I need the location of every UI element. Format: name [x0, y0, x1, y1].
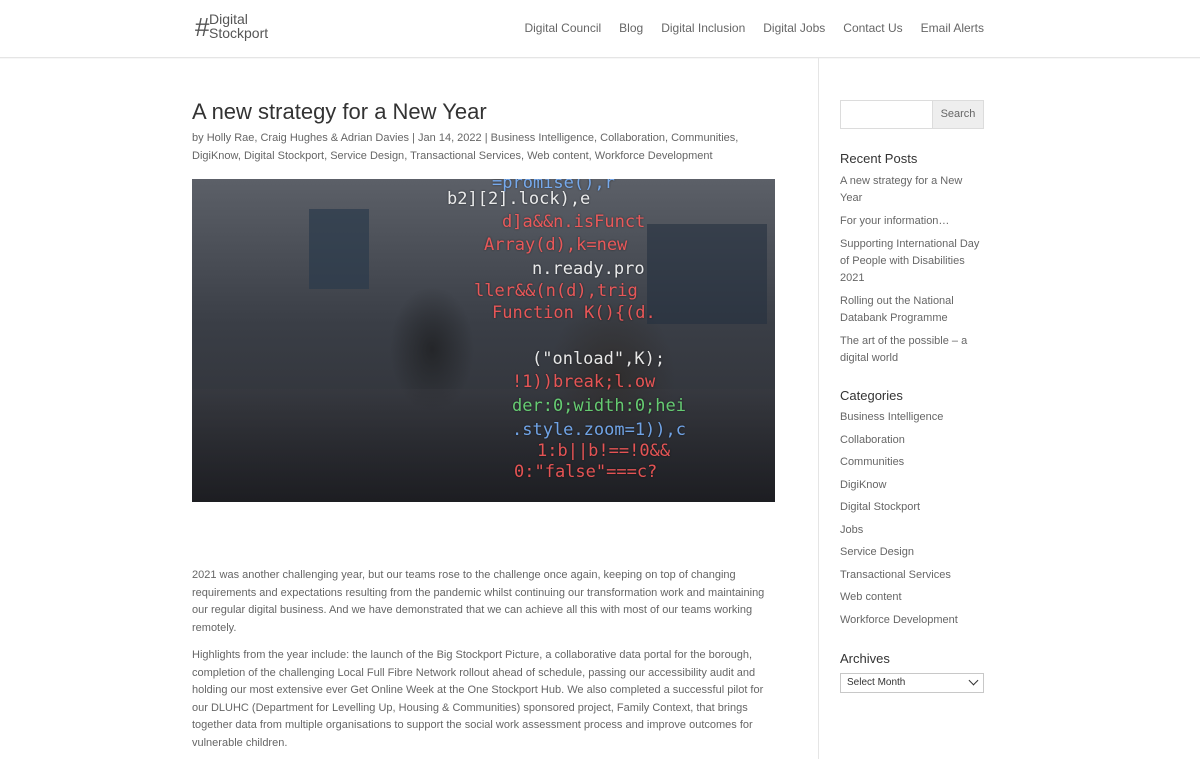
post-date: Jan 14, 2022 [418, 132, 482, 144]
image-code-line: 0:"false"===c? [514, 462, 658, 482]
category-item: Web content [840, 589, 985, 606]
image-monitor-right [647, 224, 767, 324]
image-code-line: Function K(){(d. [492, 303, 656, 323]
image-code-line: der:0;width:0;hei [512, 396, 686, 416]
image-code-line: b2][2].lock),e [447, 189, 591, 209]
category-link[interactable]: Communities [840, 456, 904, 468]
meta-separator: | [409, 132, 419, 144]
categories-list: Business Intelligence Collaboration Comm… [840, 409, 985, 634]
category-item: Digital Stockport [840, 499, 985, 516]
category-link[interactable]: Jobs [840, 524, 863, 536]
category-item: Business Intelligence [840, 409, 985, 426]
recent-post-link[interactable]: For your information… [840, 215, 949, 227]
archives-selected-value: Select Month [847, 677, 906, 688]
post-category-link[interactable]: DigiKnow [192, 150, 238, 162]
post-category-link[interactable]: Collaboration [600, 132, 665, 144]
recent-post-item: Rolling out the National Databank Progra… [840, 293, 985, 327]
image-floor [192, 389, 775, 502]
post-title: A new strategy for a New Year [192, 99, 487, 124]
category-link[interactable]: Digital Stockport [840, 501, 920, 513]
nav-digital-jobs[interactable]: Digital Jobs [763, 21, 825, 35]
recent-post-item: A new strategy for a New Year [840, 173, 985, 207]
recent-post-item: For your information… [840, 213, 985, 230]
search-button[interactable]: Search [932, 100, 984, 129]
featured-image: =promise(),r b2][2].lock),e d]a&&n.isFun… [192, 179, 775, 502]
recent-posts-title: Recent Posts [840, 151, 918, 166]
image-code-line: 1:b||b!==!0&& [537, 441, 671, 461]
image-monitor-left [309, 209, 369, 289]
recent-post-item: Supporting International Day of People w… [840, 236, 985, 287]
category-item: Jobs [840, 522, 985, 539]
image-code-line: !1))break;l.ow [512, 372, 656, 392]
nav-email-alerts[interactable]: Email Alerts [921, 21, 984, 35]
post-category-link[interactable]: Business Intelligence [491, 132, 594, 144]
categories-title: Categories [840, 388, 903, 403]
image-code-line: Array(d),k=new [484, 235, 628, 255]
post-authors[interactable]: Holly Rae, Craig Hughes & Adrian Davies [207, 132, 409, 144]
meta-prefix: by [192, 132, 207, 144]
search-input[interactable] [840, 100, 933, 129]
recent-post-link[interactable]: A new strategy for a New Year [840, 175, 962, 204]
recent-post-link[interactable]: The art of the possible – a digital worl… [840, 335, 967, 364]
category-item: Workforce Development [840, 612, 985, 629]
nav-contact-us[interactable]: Contact Us [843, 21, 902, 35]
sidebar-divider [818, 58, 819, 759]
image-code-line: d]a&&n.isFunct [502, 212, 646, 232]
category-link[interactable]: Web content [840, 591, 902, 603]
nav-digital-council[interactable]: Digital Council [524, 21, 601, 35]
category-item: Service Design [840, 544, 985, 561]
site-header: # Digital Stockport Digital Council Blog… [0, 0, 1200, 58]
logo-line-2: Stockport [209, 25, 269, 41]
post-category-link[interactable]: Service Design [330, 150, 404, 162]
image-code-line: ller&&(n(d),trig [474, 281, 638, 301]
category-item: Transactional Services [840, 567, 985, 584]
category-link[interactable]: Collaboration [840, 434, 905, 446]
category-link[interactable]: Service Design [840, 546, 914, 558]
recent-posts-list: A new strategy for a New Year For your i… [840, 173, 985, 373]
post-category-link[interactable]: Transactional Services [410, 150, 521, 162]
category-link[interactable]: Transactional Services [840, 569, 951, 581]
main-nav: Digital Council Blog Digital Inclusion D… [524, 21, 984, 35]
archives-dropdown[interactable]: Select Month [840, 673, 984, 693]
logo-hash: # [195, 12, 210, 42]
image-code-line: ("onload",K); [532, 349, 666, 369]
post-category-link[interactable]: Workforce Development [595, 150, 713, 162]
site-logo[interactable]: # Digital Stockport [195, 12, 285, 44]
recent-post-link[interactable]: Rolling out the National Databank Progra… [840, 295, 954, 324]
category-item: Communities [840, 454, 985, 471]
category-item: DigiKnow [840, 477, 985, 494]
category-item: Collaboration [840, 432, 985, 449]
category-link[interactable]: Workforce Development [840, 614, 958, 626]
recent-post-item: The art of the possible – a digital worl… [840, 333, 985, 367]
image-code-line: .style.zoom=1)),c [512, 420, 686, 440]
archives-title: Archives [840, 651, 890, 666]
post-category-link[interactable]: Web content [527, 150, 589, 162]
post-category-link[interactable]: Digital Stockport [244, 150, 324, 162]
recent-post-link[interactable]: Supporting International Day of People w… [840, 238, 979, 284]
meta-separator: | [481, 132, 491, 144]
post-body: 2021 was another challenging year, but o… [192, 567, 776, 759]
post-category-link[interactable]: Communities [671, 132, 735, 144]
category-link[interactable]: DigiKnow [840, 479, 886, 491]
post-paragraph: 2021 was another challenging year, but o… [192, 569, 765, 634]
post-meta: by Holly Rae, Craig Hughes & Adrian Davi… [192, 132, 739, 162]
chevron-down-icon [968, 675, 979, 686]
nav-digital-inclusion[interactable]: Digital Inclusion [661, 21, 745, 35]
post-paragraph: Highlights from the year include: the la… [192, 649, 764, 749]
category-link[interactable]: Business Intelligence [840, 411, 943, 423]
image-code-line: n.ready.pro [532, 259, 645, 279]
nav-blog[interactable]: Blog [619, 21, 643, 35]
